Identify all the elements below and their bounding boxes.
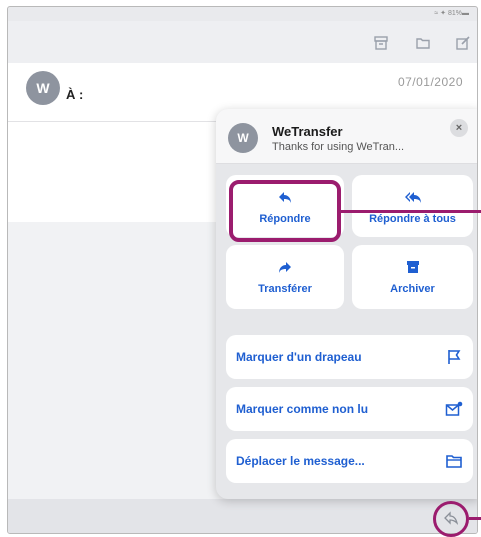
reply-all-label: Répondre à tous: [369, 213, 456, 225]
avatar: W: [26, 71, 60, 105]
flag-label: Marquer d'un drapeau: [236, 350, 362, 364]
folder-icon[interactable]: [415, 35, 431, 51]
reply-callout-line-bottom: [469, 517, 481, 520]
action-sheet-header: W WeTransfer Thanks for using WeTran... …: [216, 109, 477, 164]
flag-button[interactable]: Marquer d'un drapeau: [226, 335, 473, 379]
archive-button[interactable]: Archiver: [352, 245, 473, 309]
status-bar: ≈ ✦ 81%▬: [434, 10, 469, 17]
recipient-label: À :: [66, 87, 84, 102]
archive-icon: [352, 259, 473, 275]
move-message-label: Déplacer le message...: [236, 454, 365, 468]
mail-window: ≈ ✦ 81%▬ W À : 07/01/2020 W WeTransfer T…: [7, 6, 478, 534]
forward-button[interactable]: Transférer: [226, 245, 344, 309]
forward-label: Transférer: [258, 283, 312, 295]
sender-name: WeTransfer: [272, 124, 343, 139]
toolbar: [8, 21, 477, 63]
sender-avatar: W: [228, 123, 258, 153]
reply-callout-line: [341, 210, 481, 213]
folder-icon: [445, 452, 463, 470]
mark-unread-button[interactable]: Marquer comme non lu: [226, 387, 473, 431]
archive-box-icon[interactable]: [373, 35, 389, 51]
mark-unread-label: Marquer comme non lu: [236, 402, 369, 416]
bottom-toolbar: [8, 499, 477, 533]
archive-label: Archiver: [390, 283, 435, 295]
message-date: 07/01/2020: [397, 75, 463, 89]
move-message-button[interactable]: Déplacer le message...: [226, 439, 473, 483]
reply-icon[interactable]: [444, 511, 459, 526]
reply-all-button[interactable]: Répondre à tous: [352, 175, 473, 237]
envelope-unread-icon: [445, 400, 463, 418]
action-sheet: W WeTransfer Thanks for using WeTran... …: [216, 109, 477, 499]
message-subject: Thanks for using WeTran...: [272, 141, 405, 153]
message-body-top: [8, 122, 218, 222]
forward-arrow-icon: [226, 259, 344, 275]
reply-all-arrow-icon: [352, 189, 473, 205]
close-button[interactable]: ×: [450, 119, 468, 137]
reply-highlight-box: [229, 180, 341, 242]
compose-icon[interactable]: [455, 35, 471, 51]
flag-icon: [445, 348, 463, 366]
